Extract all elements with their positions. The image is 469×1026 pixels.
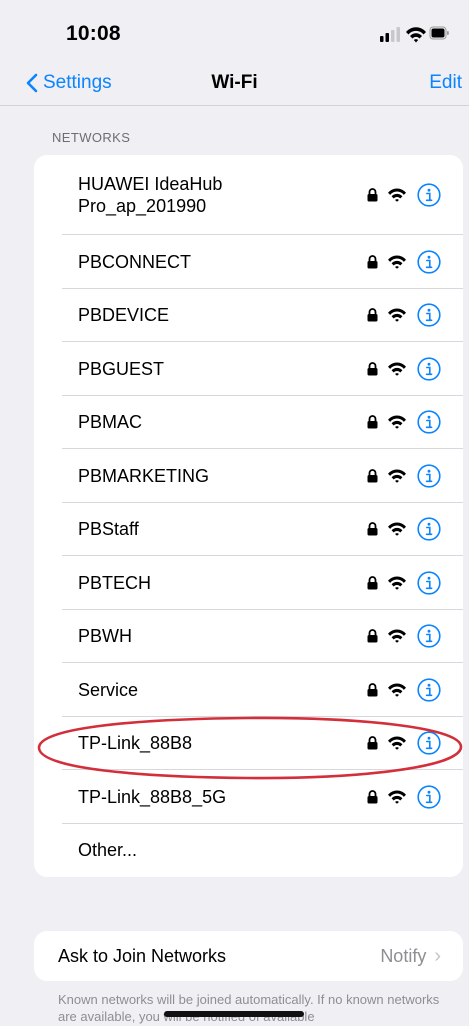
info-icon[interactable]: [417, 250, 441, 274]
other-network-row[interactable]: Other...: [34, 824, 463, 878]
info-icon[interactable]: [417, 464, 441, 488]
network-row[interactable]: TP-Link_88B8_5G: [34, 770, 463, 824]
info-icon[interactable]: [417, 183, 441, 207]
network-row[interactable]: HUAWEI IdeaHub Pro_ap_201990: [34, 155, 463, 235]
info-icon[interactable]: [417, 678, 441, 702]
chevron-right-icon: ›: [434, 944, 441, 967]
ask-to-join-footer: Known networks will be joined automatica…: [58, 992, 440, 1024]
network-name: PBMARKETING: [78, 465, 210, 486]
network-name: PBMAC: [78, 412, 143, 433]
info-icon[interactable]: [417, 357, 441, 381]
network-name: PBTECH: [78, 572, 152, 593]
wifi-icon: [388, 736, 406, 750]
wifi-icon: [388, 629, 406, 643]
page-title: Wi-Fi: [211, 72, 258, 93]
wifi-icon: [388, 308, 406, 322]
network-name: HUAWEI IdeaHub Pro_ap_201990: [78, 174, 223, 216]
network-name: TP-Link_88B8_5G: [78, 786, 227, 807]
edit-button[interactable]: Edit: [429, 72, 462, 94]
wifi-icon: [388, 576, 406, 590]
lock-icon: [367, 415, 378, 429]
wifi-icon: [388, 469, 406, 483]
ask-to-join-value: Notify ›: [380, 944, 441, 967]
network-row[interactable]: PBStaff: [34, 503, 463, 557]
status-bar: 10:08: [0, 0, 469, 62]
networks-section-header: NETWORKS: [52, 130, 131, 145]
wifi-icon: [388, 415, 406, 429]
wifi-icon: [388, 362, 406, 376]
network-row[interactable]: PBGUEST: [34, 342, 463, 396]
network-name: PBDEVICE: [78, 305, 170, 326]
lock-icon: [367, 736, 378, 750]
network-row[interactable]: PBMAC: [34, 396, 463, 450]
network-row[interactable]: PBTECH: [34, 556, 463, 610]
network-name: TP-Link_88B8: [78, 733, 193, 754]
lock-icon: [367, 361, 378, 376]
lock-icon: [367, 254, 378, 269]
lock-icon: [367, 629, 378, 643]
wifi-icon: [388, 683, 406, 697]
lock-icon: [367, 522, 378, 536]
home-indicator[interactable]: [164, 1011, 304, 1017]
network-name: Service: [78, 679, 139, 700]
status-icons: [380, 24, 450, 44]
wifi-icon: [388, 790, 406, 804]
network-name: PBGUEST: [78, 358, 165, 379]
wifi-icon: [388, 188, 406, 202]
network-row[interactable]: PBCONNECT: [34, 235, 463, 289]
networks-list: HUAWEI IdeaHub Pro_ap_201990 PBCONNECT P…: [34, 155, 463, 877]
status-time: 10:08: [66, 22, 121, 45]
network-row[interactable]: Service: [34, 663, 463, 717]
info-icon[interactable]: [417, 517, 441, 541]
info-icon[interactable]: [417, 410, 441, 434]
network-name: PBStaff: [78, 519, 139, 540]
network-row[interactable]: PBWH: [34, 610, 463, 664]
network-row[interactable]: PBDEVICE: [34, 289, 463, 343]
lock-icon: [367, 308, 378, 322]
battery-icon: [429, 26, 449, 40]
wifi-icon: [388, 255, 406, 269]
lock-icon: [367, 575, 378, 590]
lock-icon: [367, 789, 378, 804]
info-icon[interactable]: [417, 571, 441, 595]
network-row[interactable]: PBMARKETING: [34, 449, 463, 503]
info-icon[interactable]: [417, 731, 441, 755]
info-icon[interactable]: [417, 303, 441, 327]
cellular-signal-icon: [380, 27, 400, 42]
lock-icon: [367, 188, 378, 202]
network-name: PBCONNECT: [78, 251, 192, 272]
ask-to-join-row[interactable]: Ask to Join Networks Notify ›: [34, 931, 463, 981]
info-icon[interactable]: [417, 785, 441, 809]
lock-icon: [367, 682, 378, 697]
lock-icon: [367, 468, 378, 483]
nav-bar: Settings Wi-Fi Edit: [0, 62, 469, 106]
info-icon[interactable]: [417, 624, 441, 648]
ask-to-join-label: Ask to Join Networks: [58, 945, 227, 966]
network-row-highlighted[interactable]: TP-Link_88B8: [34, 717, 463, 771]
other-network-label: Other...: [78, 840, 138, 861]
wifi-icon: [406, 27, 426, 43]
network-name: PBWH: [78, 626, 132, 647]
wifi-icon: [388, 522, 406, 536]
